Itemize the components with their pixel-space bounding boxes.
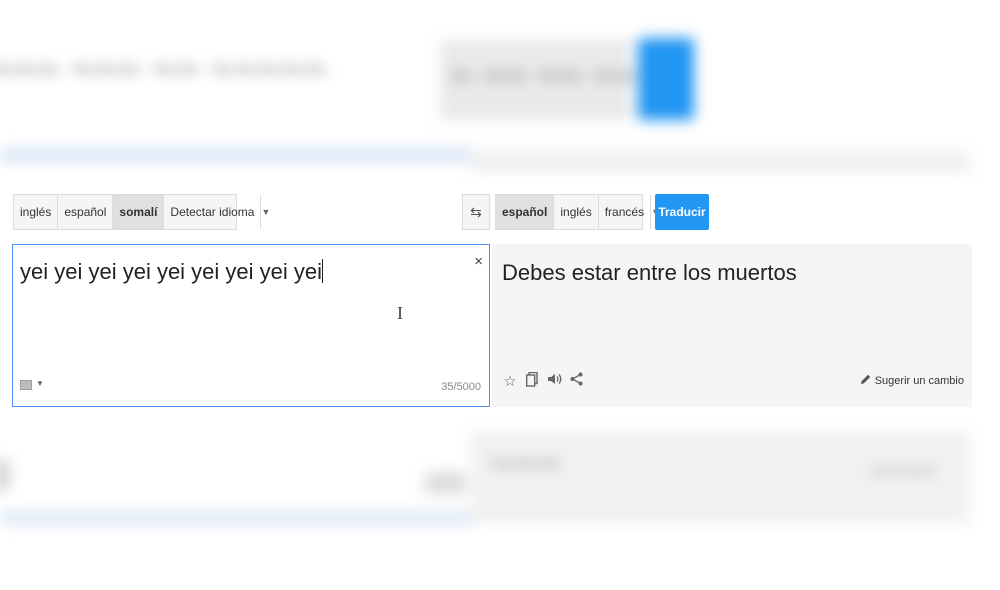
blurred-panel [470, 150, 970, 172]
suggest-label: Sugerir un cambio [874, 375, 964, 387]
source-text-wrapper: yei yei yei yei yei yei yei yei yei [20, 259, 324, 285]
pencil-icon [860, 374, 871, 388]
source-lang-spanish[interactable]: español [58, 195, 114, 229]
star-icon[interactable]: ☆ [502, 372, 518, 390]
blurred-text: ~~~ [490, 442, 561, 486]
target-language-bar: español inglés francés ▼ [495, 194, 660, 230]
blurred-panel [425, 472, 465, 494]
source-lang-detect[interactable]: Detectar idioma [164, 195, 262, 229]
char-count: 35/5000 [441, 381, 481, 393]
blurred-panel [0, 460, 9, 490]
blurred-button [638, 38, 694, 120]
blurred-text: ~ ~~ ~~ ~~ [450, 56, 638, 98]
text-cursor-icon: I [397, 303, 403, 323]
blurred-text: ~~~ ~~~ ~~ ~~~~~ [0, 48, 328, 92]
source-language-bar: inglés español somalí Detectar idioma ▼ [13, 194, 270, 230]
clear-icon[interactable]: × [474, 253, 483, 270]
blurred-divider [0, 512, 470, 524]
source-text-area[interactable]: yei yei yei yei yei yei yei yei yei × I … [12, 244, 490, 407]
blurred-panel [470, 432, 970, 524]
translation-toolbar: ☆ [502, 372, 584, 390]
translate-button[interactable]: Traducir [655, 194, 709, 230]
blurred-text: ~~~~ [870, 455, 936, 486]
swap-icon: ⇆ [470, 203, 482, 220]
target-lang-english[interactable]: inglés [554, 195, 599, 229]
copy-icon[interactable] [524, 372, 540, 390]
target-lang-french[interactable]: francés [599, 195, 652, 229]
keyboard-icon[interactable] [20, 380, 32, 390]
blurred-panel [440, 40, 630, 120]
chevron-down-icon[interactable]: ▼ [261, 195, 270, 229]
target-lang-spanish[interactable]: español [496, 195, 555, 229]
chevron-down-icon[interactable]: ▼ [36, 379, 44, 388]
speaker-icon[interactable] [546, 372, 562, 390]
source-text: yei yei yei yei yei yei yei yei yei [20, 259, 323, 284]
share-icon[interactable] [568, 372, 584, 390]
translation-output: Debes estar entre los muertos ☆ Sugerir … [492, 244, 972, 407]
source-lang-somali[interactable]: somalí [113, 195, 165, 229]
source-lang-english[interactable]: inglés [14, 195, 59, 229]
swap-languages-button[interactable]: ⇆ [462, 194, 490, 230]
suggest-edit-link[interactable]: Sugerir un cambio [860, 374, 964, 388]
text-caret [322, 259, 324, 283]
blurred-divider [0, 148, 470, 162]
translation-text: Debes estar entre los muertos [502, 260, 797, 285]
